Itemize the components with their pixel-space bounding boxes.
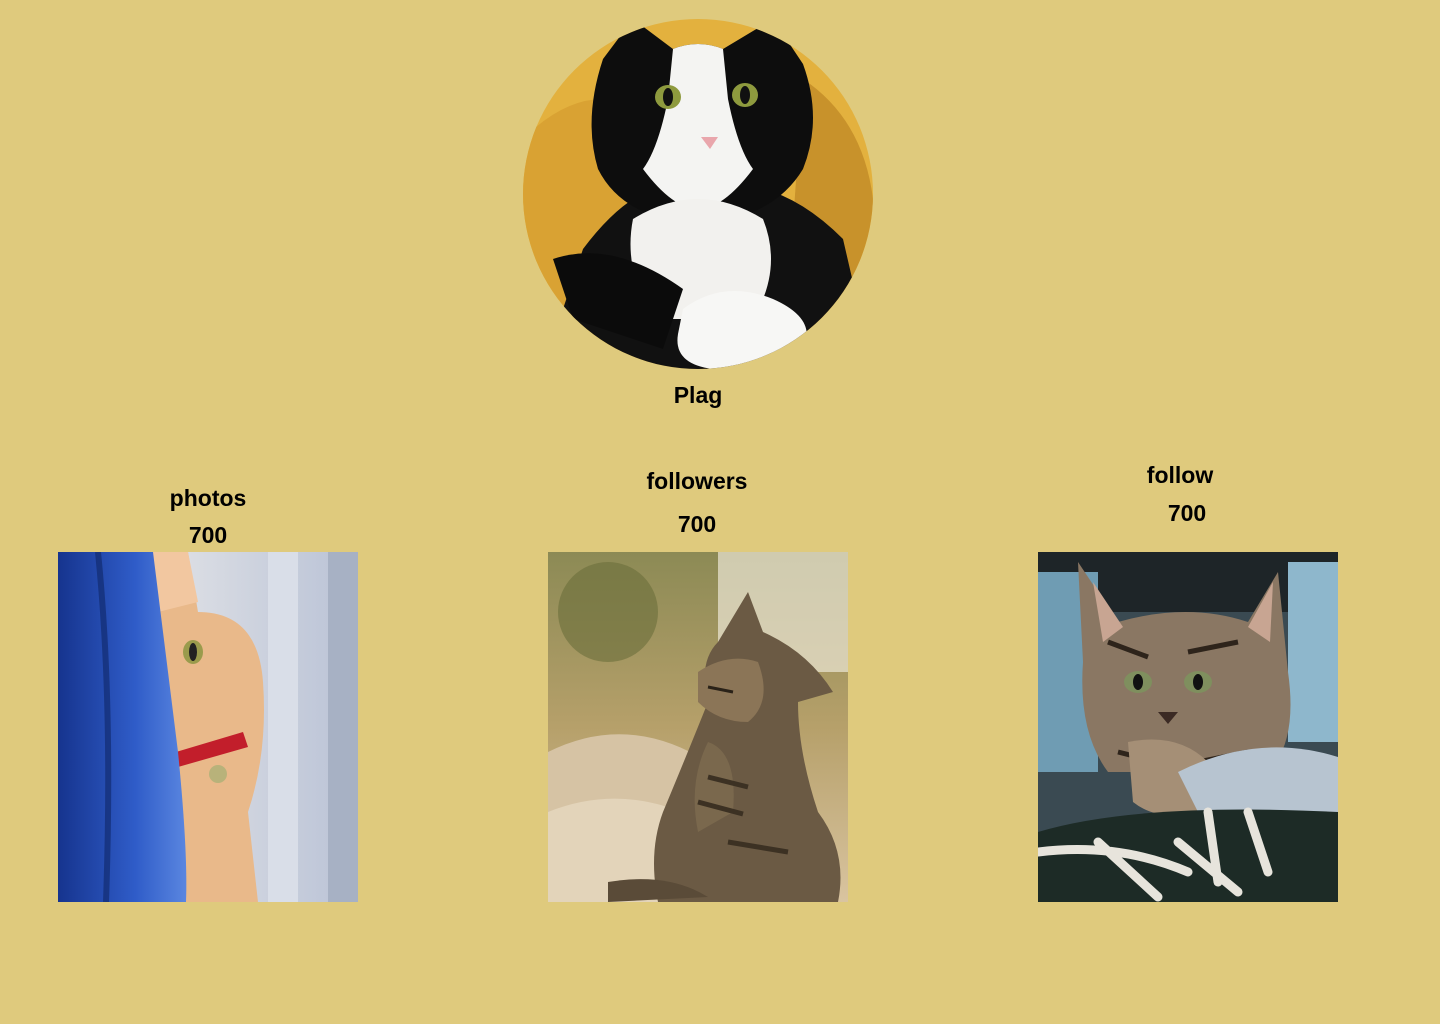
stat-photos-label: photos: [169, 485, 247, 511]
tabby-kitten-on-sneaker-photo-icon: [1038, 552, 1338, 902]
tabby-cat-grooming-photo-icon: [548, 552, 848, 902]
stat-followers-label: followers: [646, 468, 748, 494]
stat-follow-label: follow: [1146, 462, 1214, 488]
black-white-cat-photo-icon: [523, 19, 873, 369]
stat-follow-count: 700: [1167, 500, 1207, 526]
followers-preview-image[interactable]: [548, 552, 848, 902]
ginger-cat-behind-curtain-photo-icon: [58, 552, 358, 902]
follow-preview-image[interactable]: [1038, 552, 1338, 902]
profile-name: Plag: [673, 382, 723, 408]
photos-preview-image[interactable]: [58, 552, 358, 902]
profile-avatar[interactable]: [523, 19, 873, 369]
stat-photos-count: 700: [188, 522, 228, 548]
stat-followers-count: 700: [677, 511, 717, 537]
